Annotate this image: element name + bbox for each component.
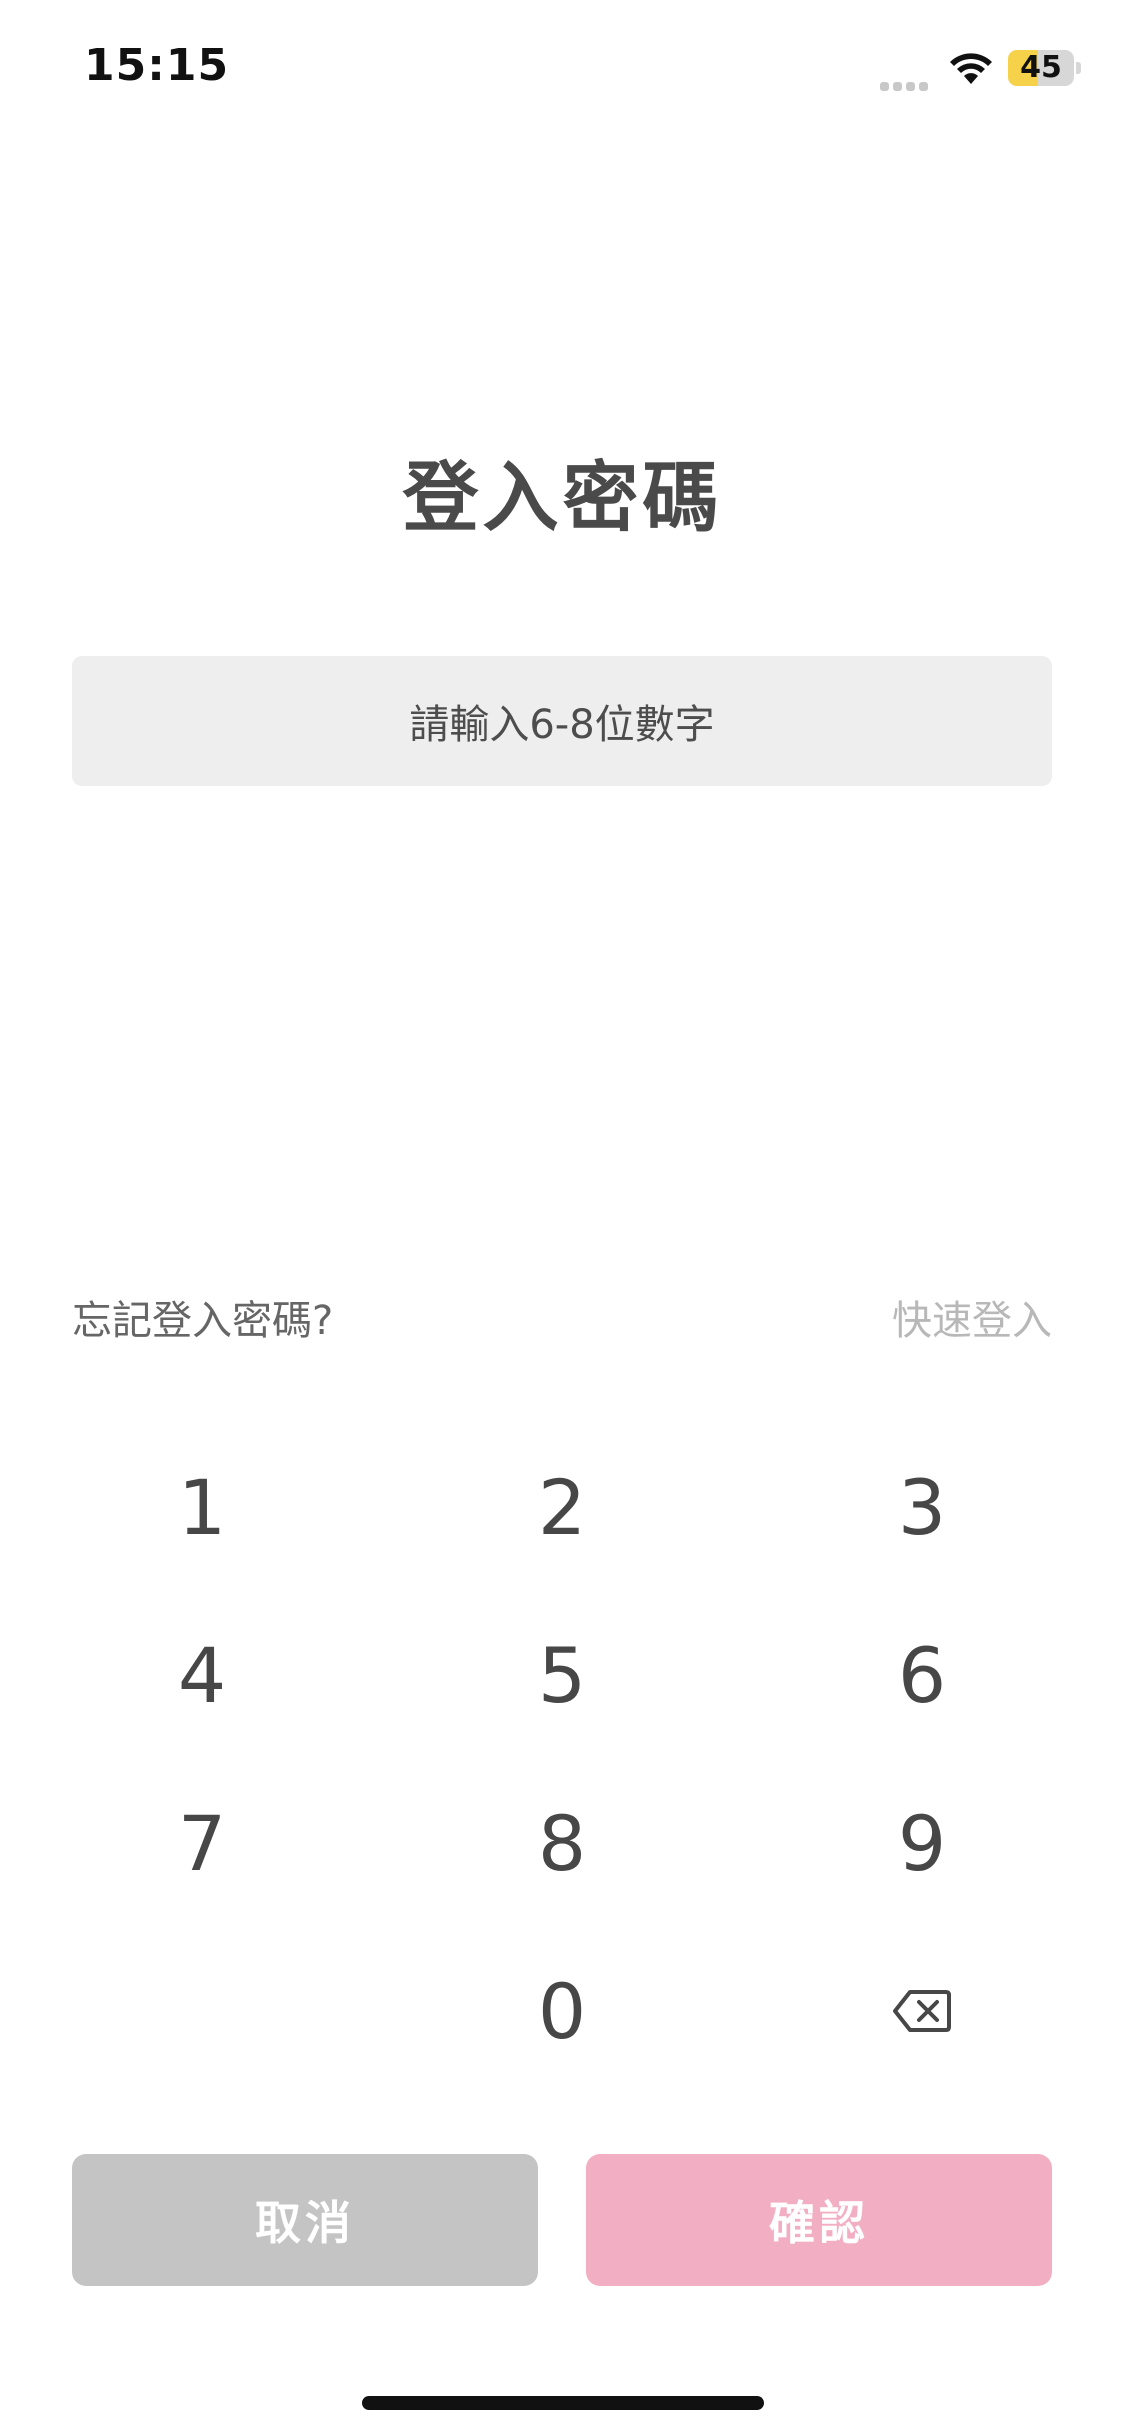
key-9[interactable]: 9 (802, 1768, 1042, 1918)
key-1[interactable]: 1 (82, 1432, 322, 1582)
key-2[interactable]: 2 (442, 1432, 682, 1582)
signal-dots-icon (880, 76, 932, 91)
key-4[interactable]: 4 (82, 1600, 322, 1750)
battery-icon: 45 (1008, 50, 1074, 86)
key-0[interactable]: 0 (442, 1936, 682, 2086)
wifi-icon (948, 48, 994, 86)
battery-tip (1076, 62, 1081, 74)
page-title: 登入密碼 (402, 453, 723, 542)
home-indicator[interactable] (362, 2396, 764, 2410)
confirm-button[interactable]: 確認 (586, 2154, 1052, 2286)
password-field[interactable]: 請輸入6-8位數字 (72, 656, 1052, 786)
forgot-password-link[interactable]: 忘記登入密碼? (72, 1288, 333, 1346)
key-5[interactable]: 5 (442, 1600, 682, 1750)
key-8[interactable]: 8 (442, 1768, 682, 1918)
battery-level-text: 45 (1020, 50, 1062, 85)
password-placeholder: 請輸入6-8位數字 (409, 702, 715, 748)
key-3[interactable]: 3 (802, 1432, 1042, 1582)
status-bar: 15:15 45 (0, 0, 1125, 140)
key-7[interactable]: 7 (82, 1768, 322, 1918)
status-time: 15:15 (84, 40, 230, 91)
backspace-icon[interactable] (802, 1936, 1042, 2086)
cancel-button[interactable]: 取消 (72, 2154, 538, 2286)
key-6[interactable]: 6 (802, 1600, 1042, 1750)
quick-login-link[interactable]: 快速登入 (892, 1288, 1052, 1346)
